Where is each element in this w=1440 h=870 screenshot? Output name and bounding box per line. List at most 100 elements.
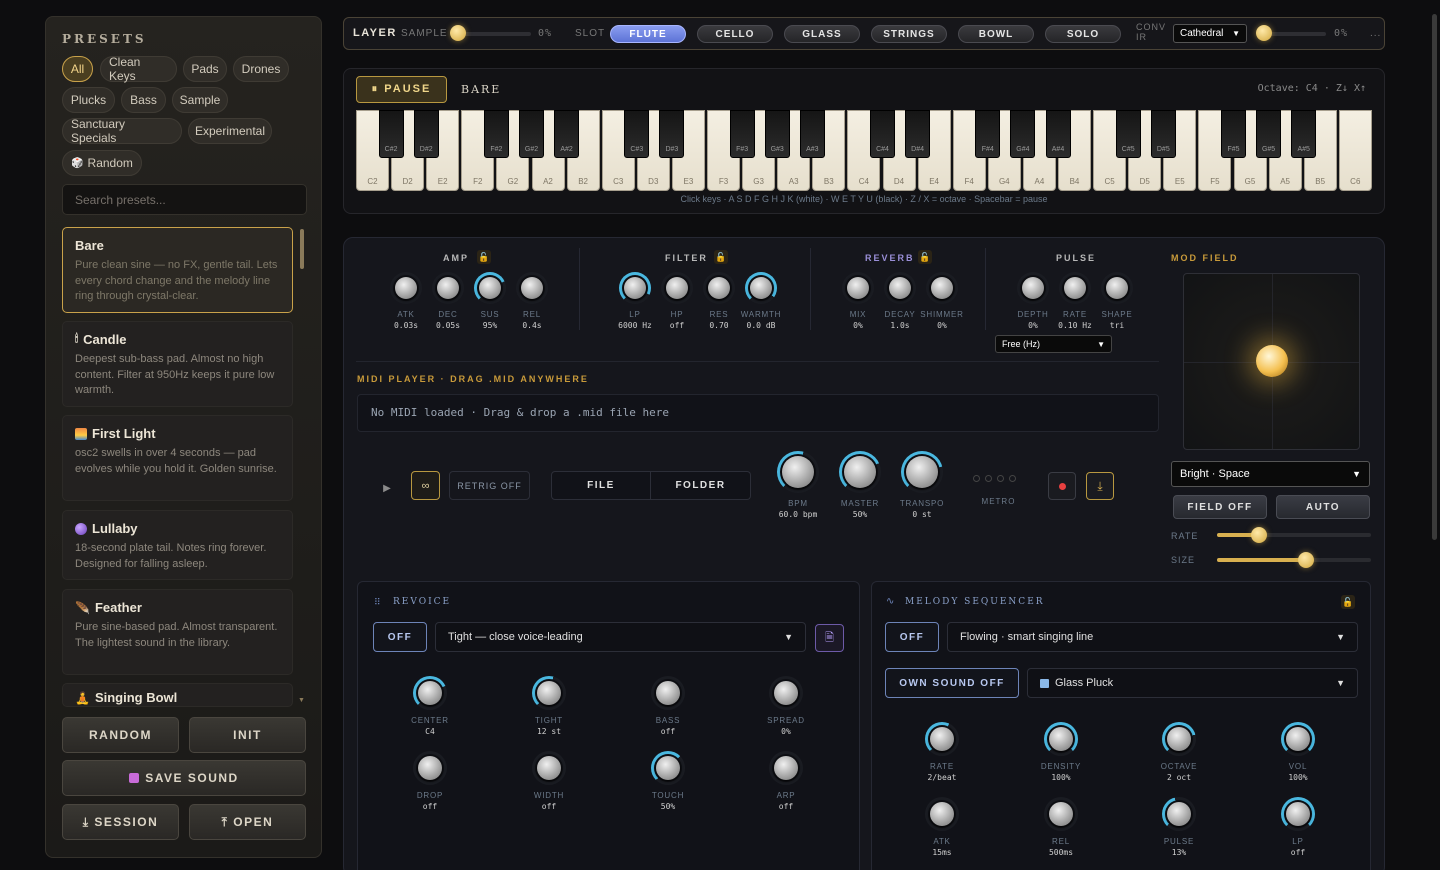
midi-bpm-knob[interactable] [777,451,819,493]
conv-slider-track[interactable] [1264,32,1326,36]
lock-icon[interactable]: 🔓 [1341,595,1355,609]
own-sound-toggle[interactable]: OWN SOUND OFF [885,668,1019,698]
mod-field-orb[interactable] [1256,345,1288,377]
black-key[interactable]: C#3 [624,110,650,158]
melody-toggle[interactable]: OFF [885,622,939,652]
preset-card-feather[interactable]: 🪶 Feather Pure sine-based pad. Almost tra… [62,589,293,675]
black-key[interactable]: G#2 [519,110,544,158]
filter-hp-knob[interactable] [661,272,693,304]
retrig-button[interactable]: RETRIG OFF [449,471,530,500]
slot-flute-button[interactable]: FLUTE [610,25,686,43]
melody-lp-knob[interactable] [1281,797,1315,831]
black-key[interactable]: F#5 [1221,110,1246,158]
black-key[interactable]: G#5 [1256,110,1282,158]
chip-plucks[interactable]: Plucks [62,87,115,113]
folder-button[interactable]: FOLDER [651,471,751,500]
lock-icon[interactable]: 🔓 [477,250,491,264]
chip-sample[interactable]: Sample [172,87,228,113]
revoice-arp-knob[interactable] [769,751,803,785]
amp-atk-knob[interactable] [390,272,422,304]
sample-slider-thumb[interactable] [450,25,466,41]
conv-slider-thumb[interactable] [1256,25,1272,41]
document-icon[interactable]: 🗎 [815,624,844,652]
reverb-decay-knob[interactable] [884,272,916,304]
revoice-center-knob[interactable] [413,676,447,710]
midi-master-knob[interactable] [839,451,881,493]
slot-strings-button[interactable]: STRINGS [871,25,947,43]
more-icon[interactable]: ... [1370,28,1381,39]
melody-rate-knob[interactable] [925,722,959,756]
melody-rel-knob[interactable] [1044,797,1078,831]
black-key[interactable]: C#4 [870,110,895,158]
pulse-mode-select[interactable]: Free (Hz) ▼ [995,335,1112,353]
scroll-down-icon[interactable]: ▼ [298,697,305,704]
preset-card-lullaby[interactable]: Lullaby 18-second plate tail. Notes ring… [62,510,293,580]
amp-dec-knob[interactable] [432,272,464,304]
init-button[interactable]: INIT [189,717,306,753]
midi-drop-zone[interactable]: No MIDI loaded · Drag & drop a .mid file… [357,394,1159,432]
chip-clean-keys[interactable]: Clean Keys [100,55,177,83]
chip-pads[interactable]: Pads [183,56,227,82]
mod-field-select[interactable]: Bright · Space ▼ [1171,461,1370,487]
loop-icon[interactable]: ∞ [411,471,440,500]
black-key[interactable]: A#4 [1045,110,1071,158]
revoice-touch-knob[interactable] [651,751,685,785]
chip-experimental[interactable]: Experimental [188,118,272,144]
sample-slider-track[interactable] [456,32,531,36]
melody-sound-select[interactable]: Glass Pluck ▼ [1027,668,1358,698]
pulse-rate-knob[interactable] [1059,272,1091,304]
revoice-toggle[interactable]: OFF [373,622,427,652]
white-key[interactable]: C6 [1338,110,1372,191]
random-button[interactable]: RANDOM [62,717,179,753]
midi-transpo-knob[interactable] [901,451,943,493]
open-button[interactable]: ⤒ OPEN [189,804,306,840]
revoice-spread-knob[interactable] [769,676,803,710]
black-key[interactable]: D#3 [659,110,685,158]
revoice-width-knob[interactable] [532,751,566,785]
slot-glass-button[interactable]: GLASS [784,25,860,43]
play-icon[interactable]: ▶ [378,479,396,497]
filter-lp-knob[interactable] [619,272,651,304]
melody-pulse-knob[interactable] [1162,797,1196,831]
search-presets-input[interactable] [62,184,307,215]
chip-sanctuary-specials[interactable]: Sanctuary Specials [62,117,182,145]
black-key[interactable]: C#2 [378,110,404,158]
reverb-shimmer-knob[interactable] [926,272,958,304]
mod-field-pad[interactable] [1183,273,1360,450]
black-key[interactable]: G#4 [1010,110,1036,158]
rate-slider-track[interactable] [1217,533,1371,537]
melody-density-knob[interactable] [1044,722,1078,756]
chip-all[interactable]: All [62,56,93,82]
melody-octave-knob[interactable] [1162,722,1196,756]
record-button[interactable] [1048,472,1076,500]
amp-sus-knob[interactable] [474,272,506,304]
preset-card-first-light[interactable]: First Light osc2 swells in over 4 second… [62,415,293,501]
revoice-bass-knob[interactable] [651,676,685,710]
slot-solo-button[interactable]: SOLO [1045,25,1121,43]
lock-icon[interactable]: 🔓 [918,250,932,264]
black-key[interactable]: A#3 [799,110,825,158]
black-key[interactable]: G#3 [764,110,790,158]
revoice-mode-select[interactable]: Tight — close voice-leading ▼ [435,622,806,652]
preset-card-singing-bowl[interactable]: 🧘 Singing Bowl [62,683,293,707]
revoice-drop-knob[interactable] [413,751,447,785]
filter-res-knob[interactable] [703,272,735,304]
save-sound-button[interactable]: SAVE SOUND [62,760,306,796]
black-key[interactable]: C#5 [1115,110,1141,158]
file-button[interactable]: FILE [551,471,651,500]
filter-warmth-knob[interactable] [745,272,777,304]
black-key[interactable]: F#2 [483,110,509,158]
session-button[interactable]: ⤓ SESSION [62,804,179,840]
black-key[interactable]: F#4 [975,110,1001,158]
black-key[interactable]: D#5 [1150,110,1176,158]
black-key[interactable]: F#3 [729,110,755,158]
preset-card-bare[interactable]: Bare Pure clean sine — no FX, gentle tai… [62,227,293,313]
slot-cello-button[interactable]: CELLO [697,25,773,43]
chip-bass[interactable]: Bass [121,87,166,113]
download-icon[interactable]: ⤓ [1086,472,1114,500]
black-key[interactable]: D#2 [413,110,439,158]
pulse-shape-knob[interactable] [1101,272,1133,304]
lock-icon[interactable]: 🔓 [714,250,728,264]
piano-keyboard[interactable]: C2 D2 E2 F2 G2 A2 B2 C3 D3 E3 F3 G3 A3 B3 C4 D4 E4 F4 G4 A4… [356,110,1374,191]
size-slider-thumb[interactable] [1298,552,1315,568]
